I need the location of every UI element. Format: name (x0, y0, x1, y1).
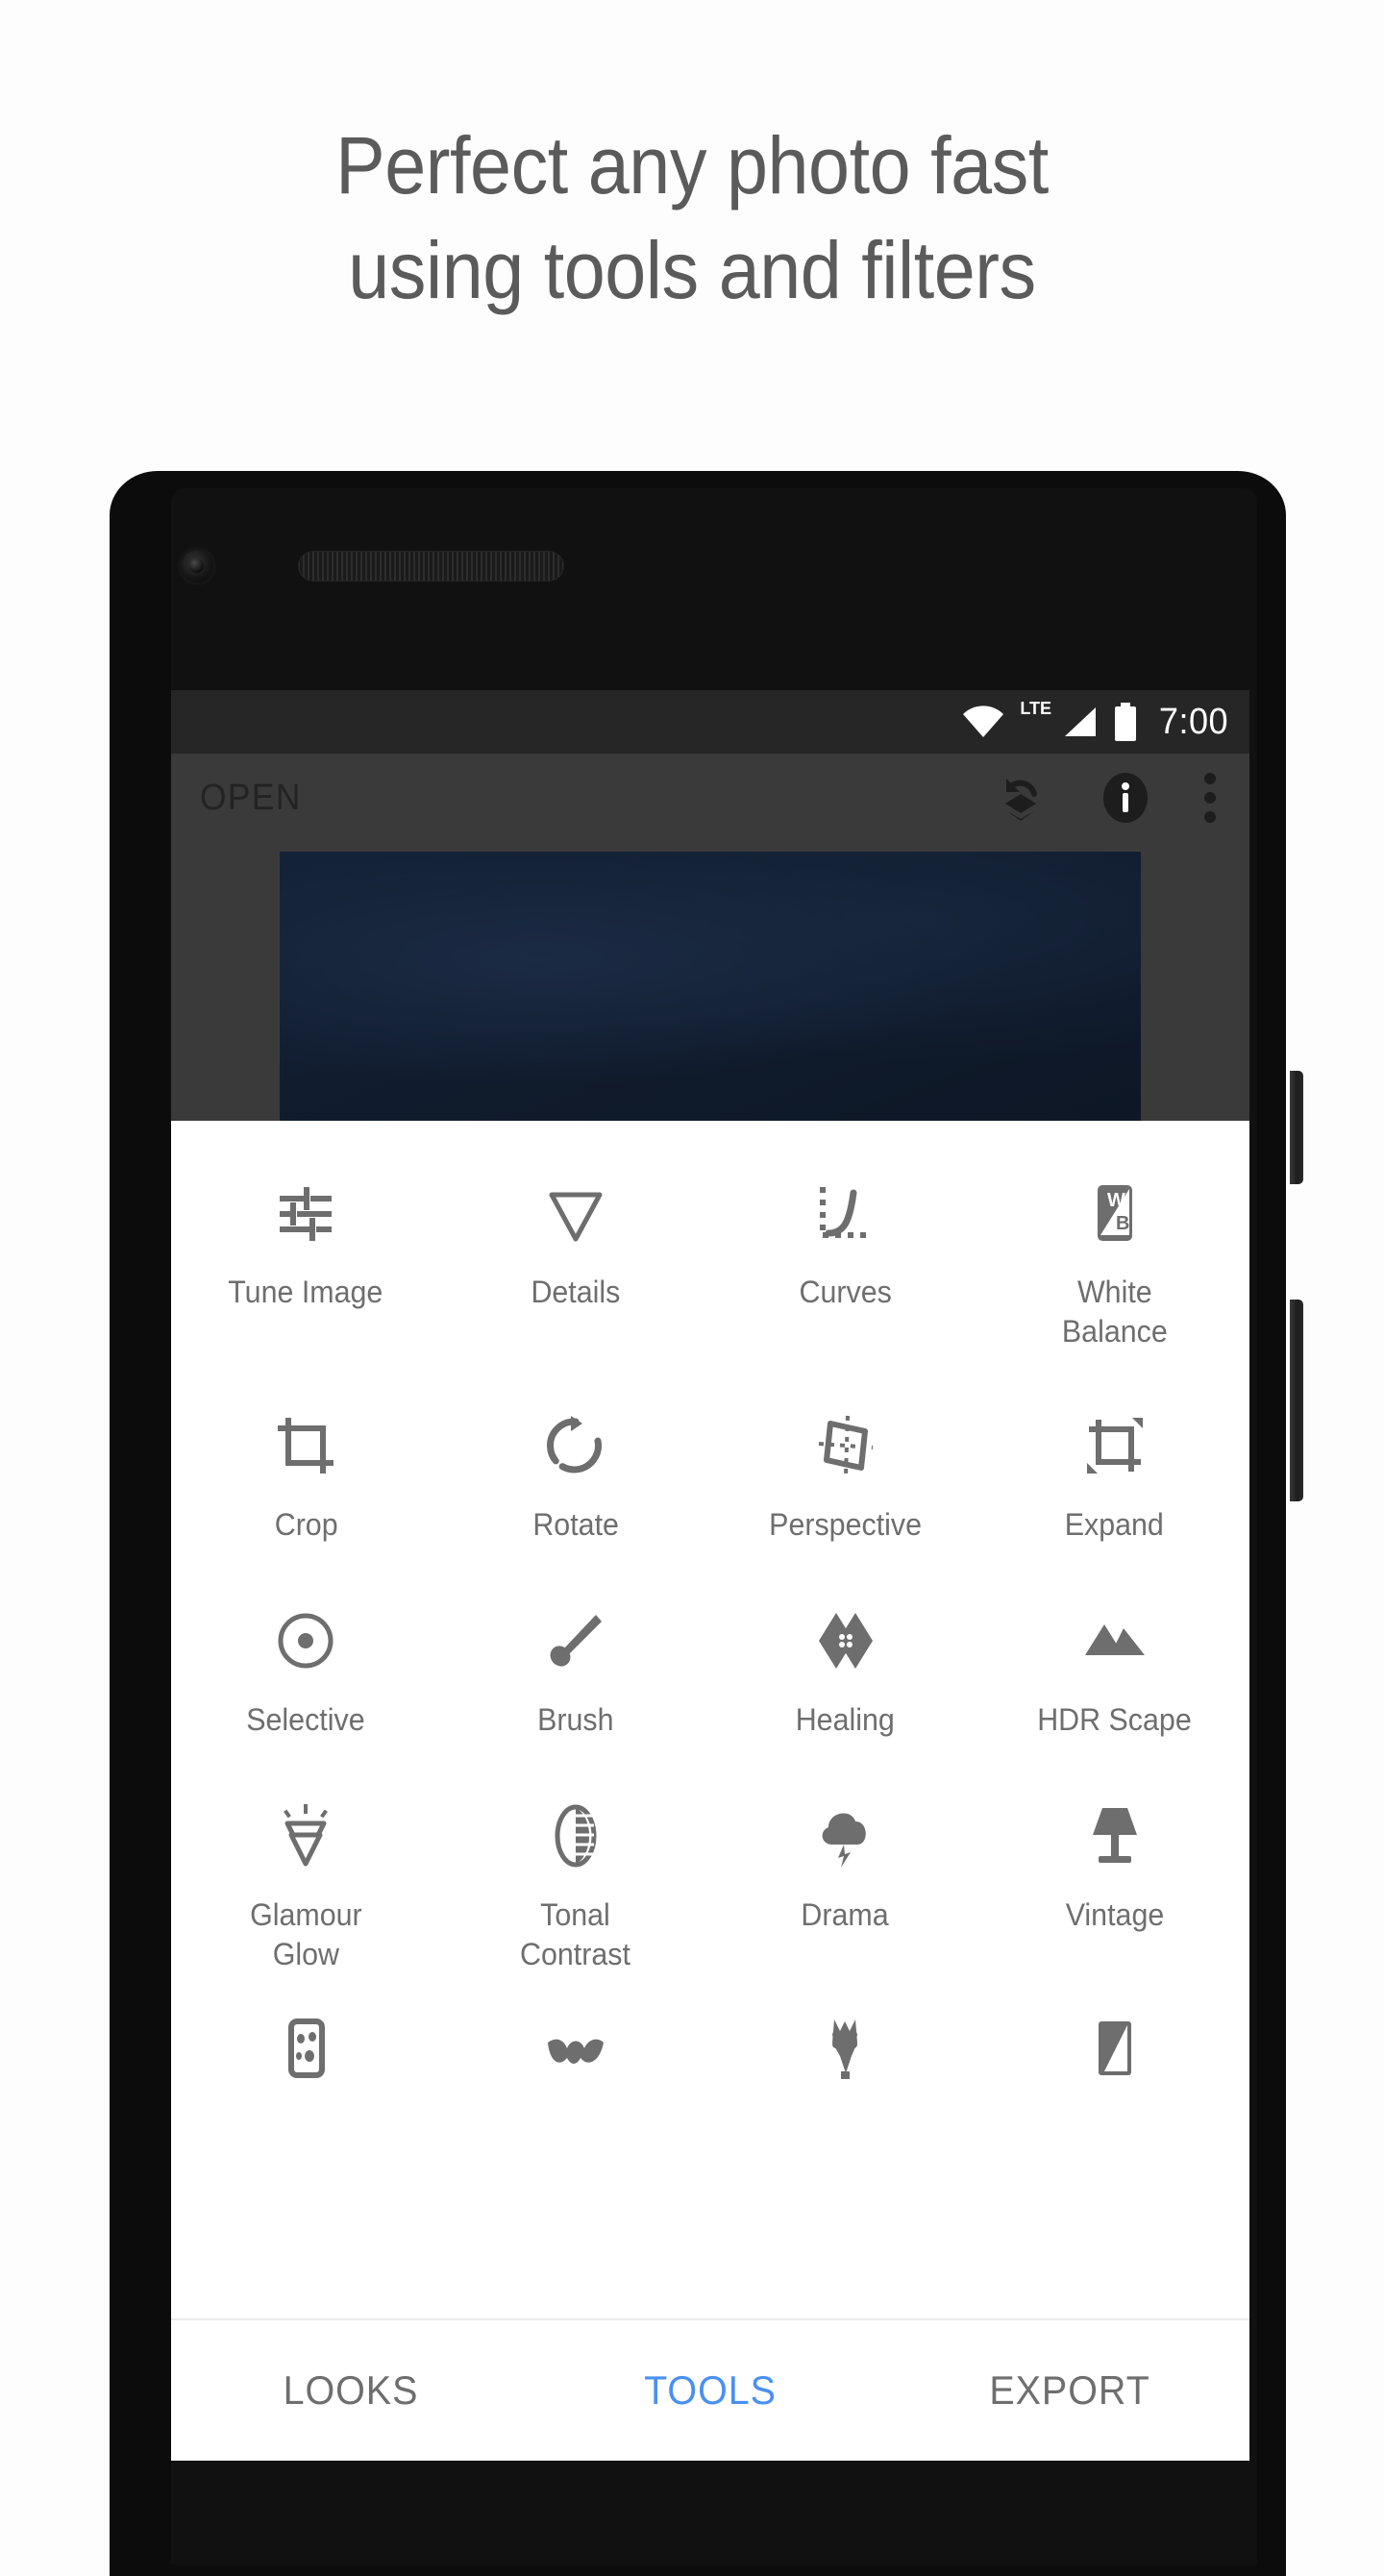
tool-curves[interactable]: Curves (710, 1171, 980, 1351)
grainy-film-icon (272, 2009, 339, 2093)
tool-label: Healing (795, 1701, 895, 1737)
tonal-contrast-icon (542, 1794, 609, 1878)
tab-looks[interactable]: LOOKS (182, 2367, 520, 2414)
tool-vintage[interactable]: Vintage (980, 1794, 1250, 1974)
retrolux-icon (542, 2009, 609, 2093)
status-bar-clock: 7:00 (1158, 701, 1229, 742)
tool-glamour-glow[interactable]: Glamour Glow (171, 1794, 441, 1974)
tool-tonal-contrast[interactable]: Tonal Contrast (441, 1794, 711, 1974)
vintage-icon (1081, 1794, 1149, 1878)
tool-label: Selective (246, 1701, 365, 1737)
tools-panel: Tune Image Details Curves W B White Bala… (171, 1121, 1249, 2330)
tune-image-icon (272, 1171, 339, 1255)
tool-row: Selective Brush Healing HDR Scape (171, 1598, 1249, 1740)
open-button[interactable]: OPEN (200, 778, 302, 819)
tab-export[interactable]: EXPORT (901, 2367, 1239, 2414)
battery-full-icon (1113, 703, 1138, 741)
tool-label: White Balance (1061, 1275, 1168, 1349)
tool-brush[interactable]: Brush (441, 1598, 711, 1740)
headline-line-1: Perfect any photo fast (335, 120, 1049, 211)
tool-label: Curves (799, 1275, 892, 1309)
tool-label: Drama (801, 1896, 889, 1932)
tool-label: Tonal Contrast (520, 1896, 631, 1971)
details-icon (542, 1171, 609, 1255)
grunge-icon (811, 2009, 878, 2093)
tool-label: Brush (537, 1701, 614, 1737)
image-preview[interactable] (280, 852, 1141, 1121)
tool-row: Crop Rotate Perspective Expand (171, 1403, 1249, 1545)
tool-perspective[interactable]: Perspective (710, 1403, 980, 1545)
svg-text:W: W (1107, 1190, 1125, 1211)
tool-row: Glamour Glow Tonal Contrast Drama Vintag… (171, 1794, 1249, 1974)
volume-button[interactable] (1290, 1300, 1303, 1501)
app-toolbar: OPEN (171, 754, 1249, 842)
healing-icon (811, 1598, 878, 1683)
tool-row: Tune Image Details Curves W B White Bala… (171, 1171, 1249, 1351)
phone-edge-highlight (96, 459, 106, 2574)
tool-label: Glamour Glow (249, 1896, 362, 1971)
image-preview-area (171, 842, 1249, 1121)
hdr-scape-icon (1081, 1598, 1149, 1683)
tool-label: Expand (1065, 1506, 1165, 1542)
crop-icon (272, 1403, 339, 1488)
overflow-menu-icon[interactable] (1203, 771, 1217, 825)
wifi-icon (962, 706, 1004, 738)
info-icon[interactable] (1098, 770, 1153, 826)
tab-tools[interactable]: TOOLS (541, 2367, 879, 2414)
tool-retrolux[interactable] (441, 2009, 711, 2111)
tool-label: Rotate (531, 1506, 619, 1542)
tool-white-balance[interactable]: W B White Balance (980, 1171, 1250, 1351)
stacks-undo-icon[interactable] (994, 771, 1048, 825)
tool-double-exposure[interactable] (980, 2009, 1250, 2111)
tool-label: HDR Scape (1037, 1701, 1192, 1737)
bottom-tab-bar: LOOKS TOOLS EXPORT (171, 2318, 1249, 2461)
tool-expand[interactable]: Expand (980, 1403, 1250, 1545)
earpiece-speaker-icon (298, 551, 564, 582)
tool-label: Perspective (768, 1506, 922, 1542)
double-exposure-icon (1081, 2009, 1149, 2093)
tool-grainy-film[interactable] (171, 2009, 441, 2111)
headline-line-2: using tools and filters (348, 225, 1036, 316)
tool-grunge[interactable] (710, 2009, 980, 2111)
selective-icon (272, 1598, 339, 1683)
phone-screen: LTE 7:00 OPEN Tune Image Details Curves … (171, 690, 1249, 2461)
tool-label: Tune Image (228, 1275, 383, 1309)
curves-icon (811, 1171, 878, 1255)
expand-icon (1081, 1403, 1149, 1488)
front-camera-icon (181, 550, 213, 582)
svg-text:B: B (1116, 1213, 1129, 1234)
tool-row (171, 2009, 1249, 2111)
brush-icon (542, 1598, 609, 1683)
rotate-icon (542, 1403, 609, 1488)
tool-label: Details (531, 1275, 621, 1309)
tool-healing[interactable]: Healing (710, 1598, 980, 1740)
glamour-glow-icon (272, 1794, 339, 1878)
power-button[interactable] (1290, 1071, 1303, 1184)
tool-rotate[interactable]: Rotate (441, 1403, 711, 1545)
lte-label: LTE (1020, 699, 1052, 718)
white-balance-icon: W B (1081, 1171, 1149, 1255)
tool-drama[interactable]: Drama (710, 1794, 980, 1974)
drama-icon (811, 1794, 878, 1878)
tool-selective[interactable]: Selective (171, 1598, 441, 1740)
tool-crop[interactable]: Crop (171, 1403, 441, 1545)
status-bar: LTE 7:00 (171, 690, 1249, 754)
tool-label: Crop (274, 1506, 338, 1542)
page-headline: Perfect any photo fast using tools and f… (56, 113, 1329, 323)
tool-hdr-scape[interactable]: HDR Scape (980, 1598, 1250, 1740)
tool-tune-image[interactable]: Tune Image (171, 1171, 441, 1351)
toolbar-actions (994, 770, 1226, 826)
tool-details[interactable]: Details (441, 1171, 711, 1351)
cellular-signal-icon (1061, 706, 1098, 738)
perspective-icon (811, 1403, 878, 1488)
tool-label: Vintage (1065, 1896, 1165, 1932)
